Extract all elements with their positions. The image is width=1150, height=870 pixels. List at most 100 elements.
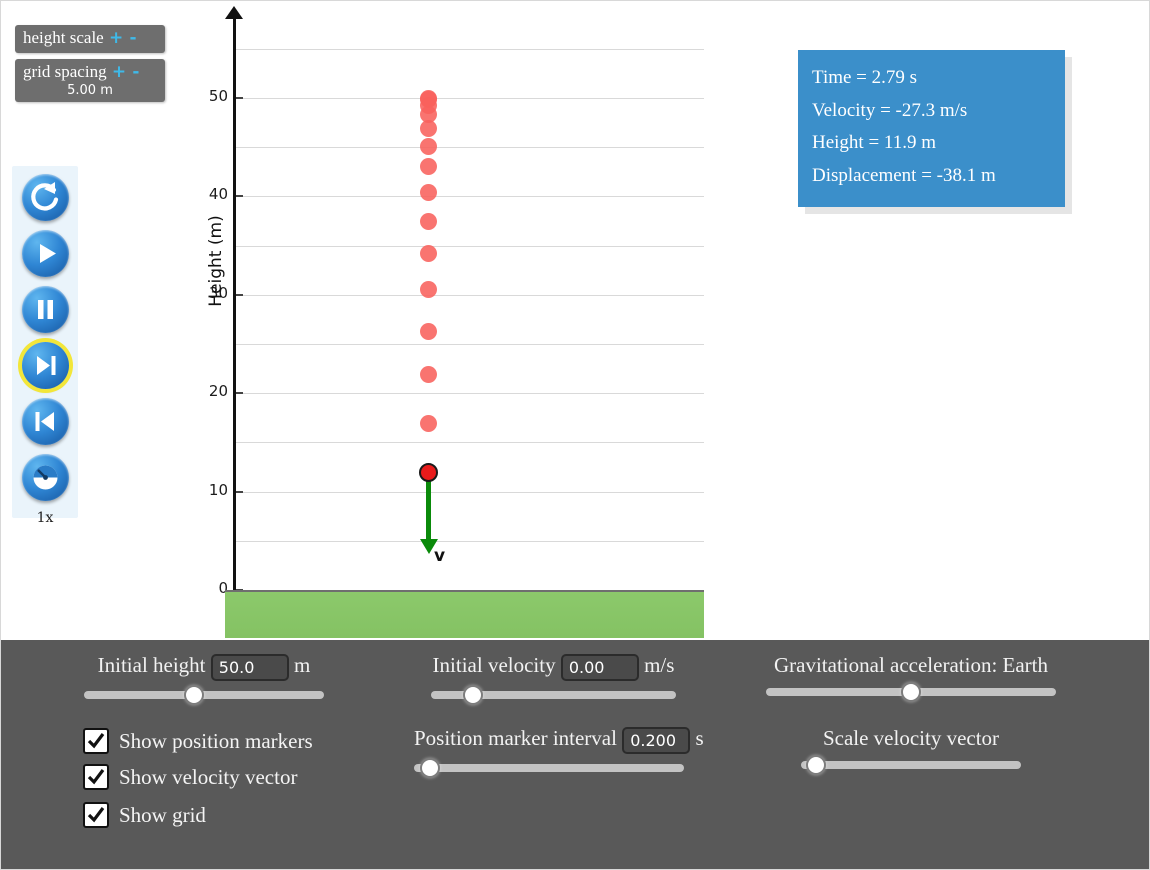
initial-height-slider[interactable] <box>84 684 324 705</box>
grid-line <box>234 442 704 444</box>
show-position-markers-checkbox[interactable]: Show position markers <box>83 728 313 754</box>
marker-interval-control: Position marker interval 0.200 s <box>414 726 704 778</box>
initial-height-input[interactable]: 50.0 <box>210 653 289 681</box>
grid-line <box>234 393 704 395</box>
gravity-control: Gravitational acceleration: Earth <box>766 653 1056 702</box>
y-axis-tick-label: 10 <box>208 480 228 499</box>
grid-line <box>234 147 704 149</box>
step-forward-button[interactable] <box>21 342 69 389</box>
position-marker <box>420 158 437 176</box>
grid-line <box>234 48 704 50</box>
position-marker <box>420 366 437 383</box>
position-marker <box>420 183 437 201</box>
marker-interval-slider-thumb[interactable] <box>420 757 441 778</box>
grid-spacing-minus-button[interactable]: - <box>131 62 140 82</box>
grid-line <box>234 344 704 345</box>
checkbox-box[interactable] <box>83 728 109 754</box>
checkbox-label: Show grid <box>119 802 206 827</box>
y-axis-tick <box>236 293 243 296</box>
initial-height-unit: m <box>294 653 311 677</box>
marker-interval-slider[interactable] <box>414 757 684 778</box>
pause-button[interactable] <box>21 286 69 333</box>
marker-interval-unit: s <box>695 726 704 750</box>
initial-velocity-slider[interactable] <box>431 684 676 705</box>
show-grid-checkbox[interactable]: Show grid <box>83 802 206 828</box>
height-scale-control: height scale + - <box>15 25 165 53</box>
y-axis-tick <box>236 490 243 493</box>
initial-height-slider-thumb[interactable] <box>184 684 205 705</box>
y-axis-line <box>233 15 236 591</box>
grid-line <box>234 98 704 99</box>
grid-spacing-control: grid spacing + - 5.00 m <box>15 58 165 103</box>
y-axis-tick-label: 0 <box>218 579 228 597</box>
play-button[interactable] <box>21 230 69 277</box>
initial-velocity-slider-thumb[interactable] <box>462 684 483 705</box>
position-marker <box>420 322 437 340</box>
speed-button[interactable] <box>21 454 69 501</box>
initial-velocity-title: Initial velocity 0.00 m/s <box>431 653 676 681</box>
velocity-vector-shaft <box>426 472 431 541</box>
grid-line <box>234 294 704 296</box>
grid-line <box>234 491 704 493</box>
reset-button[interactable] <box>21 174 69 221</box>
readout-time: Time = 2.79 s <box>812 67 918 88</box>
playback-speed-label: 1x <box>36 510 54 526</box>
position-marker <box>420 137 437 155</box>
position-marker <box>420 415 437 433</box>
marker-interval-label: Position marker interval <box>414 726 617 750</box>
step-back-button[interactable] <box>21 398 69 445</box>
gravity-slider[interactable] <box>766 682 1056 702</box>
grid-line <box>234 245 704 247</box>
checkbox-label: Show velocity vector <box>119 764 298 789</box>
y-axis-tick <box>236 195 243 198</box>
readout-velocity: Velocity = -27.3 m/s <box>812 99 968 121</box>
initial-velocity-input[interactable]: 0.00 <box>560 653 639 681</box>
show-velocity-vector-checkbox[interactable]: Show velocity vector <box>83 764 297 790</box>
checkbox-box[interactable] <box>83 802 109 828</box>
gravity-label: Gravitational acceleration: Earth <box>773 653 1049 677</box>
initial-velocity-unit: m/s <box>644 653 675 677</box>
scale-vector-control: Scale velocity vector <box>801 726 1021 775</box>
height-scale-label: height scale <box>23 28 104 47</box>
initial-height-label: Initial height <box>97 653 206 677</box>
y-axis-arrow-icon <box>225 6 243 19</box>
readout-height: Height = 11.9 m <box>812 132 937 154</box>
marker-interval-input[interactable]: 0.200 <box>622 726 691 754</box>
checkbox-label: Show position markers <box>119 728 313 753</box>
initial-velocity-label: Initial velocity <box>432 653 556 677</box>
initial-velocity-control: Initial velocity 0.00 m/s <box>431 653 676 705</box>
y-axis-tick-label: 50 <box>208 87 228 105</box>
simulation-app: 50 40 30 20 10 0 Height (m) v height scale + … <box>0 0 1150 870</box>
velocity-vector-label: v <box>434 545 446 566</box>
position-marker <box>420 120 437 137</box>
initial-height-control: Initial height 50.0 m <box>84 653 324 705</box>
ground-strip <box>225 590 704 638</box>
grid-spacing-plus-button[interactable]: + <box>111 62 127 82</box>
marker-interval-title: Position marker interval 0.200 s <box>414 726 704 754</box>
y-axis-label: Height (m) <box>206 215 226 307</box>
gravity-slider-thumb[interactable] <box>901 682 921 702</box>
y-axis-tick <box>236 392 243 395</box>
data-readout-panel: Time = 2.79 s Velocity = -27.3 m/s Heigh… <box>798 50 1065 207</box>
y-axis-tick <box>236 97 243 99</box>
readout-displacement: Displacement = -38.1 m <box>812 165 996 187</box>
grid-line <box>234 196 704 198</box>
position-marker <box>420 212 437 230</box>
height-scale-plus-button[interactable]: + <box>108 28 124 48</box>
falling-ball <box>419 463 438 483</box>
playback-controls: 1x <box>12 166 78 526</box>
checkbox-box[interactable] <box>83 764 109 790</box>
scale-controls: height scale + - grid spacing + - 5.00 m <box>15 25 165 108</box>
height-scale-minus-button[interactable]: - <box>128 28 137 48</box>
y-axis-tick-label: 20 <box>208 382 228 401</box>
scale-vector-label: Scale velocity vector <box>822 726 1000 750</box>
scale-vector-slider-thumb[interactable] <box>806 755 827 775</box>
grid-spacing-value: 5.00 m <box>67 83 113 99</box>
scale-vector-slider[interactable] <box>801 755 1021 775</box>
control-panel: Initial height 50.0 m Initial velocity 0… <box>1 640 1149 869</box>
position-marker <box>420 281 437 299</box>
grid-spacing-label: grid spacing <box>23 61 107 81</box>
position-marker <box>420 244 437 262</box>
grid-line <box>234 540 704 542</box>
initial-height-title: Initial height 50.0 m <box>84 653 324 681</box>
